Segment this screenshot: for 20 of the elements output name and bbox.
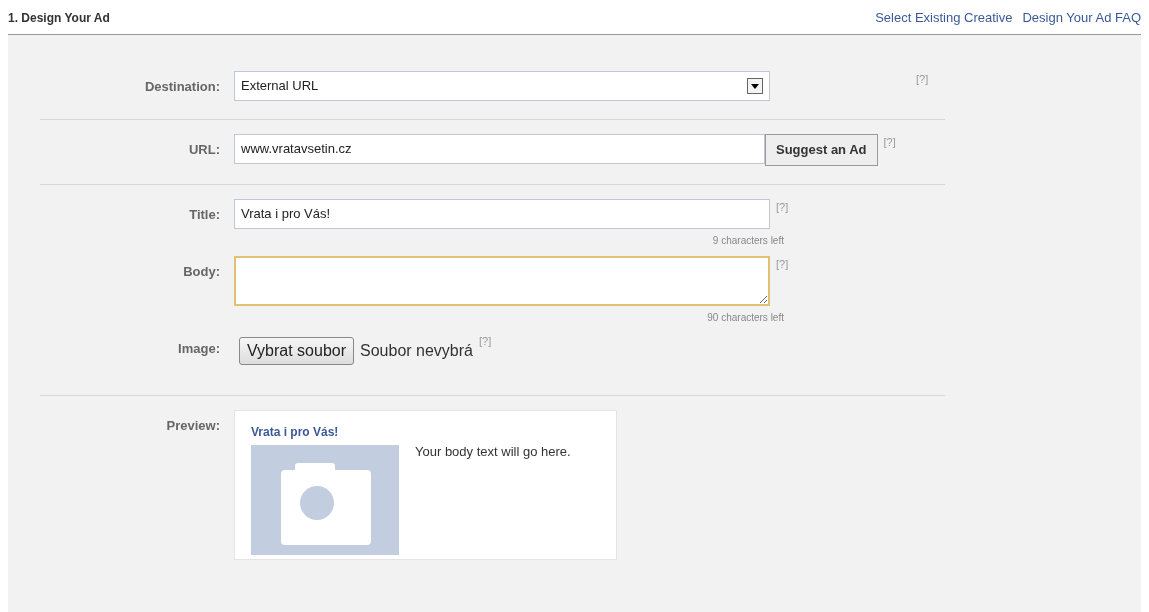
file-status: Soubor nevybrá [360, 340, 473, 361]
suggest-button[interactable]: Suggest an Ad [765, 133, 878, 166]
field-label: URL: [187, 140, 221, 159]
header-link[interactable]: Select Existing Creative [875, 10, 1013, 25]
field-label: Destination: [143, 77, 221, 96]
field-label: Preview: [165, 416, 221, 435]
preview-body-text: Your body text will go here. [415, 444, 572, 461]
header-link[interactable]: Design Your Ad FAQ [1022, 10, 1141, 25]
field-label: Body: [182, 262, 221, 281]
section-title: 1. Design Your Ad [8, 9, 110, 27]
text-field[interactable]: www.vratavsetin.cz [234, 133, 765, 164]
preview-title[interactable]: Vrata i pro Vás! [251, 422, 600, 441]
text-field[interactable]: Vrata i pro Vás! [234, 198, 770, 229]
field-label: Title: [188, 205, 221, 224]
destination-dropdown[interactable]: External URL [234, 70, 770, 101]
field-label: Image: [177, 339, 221, 358]
character-counter: 9 characters left [711, 233, 784, 248]
image-placeholder-icon [251, 444, 399, 555]
choose-file-button[interactable]: Vybrat soubor [239, 336, 354, 365]
character-counter: 90 characters left [706, 310, 784, 325]
